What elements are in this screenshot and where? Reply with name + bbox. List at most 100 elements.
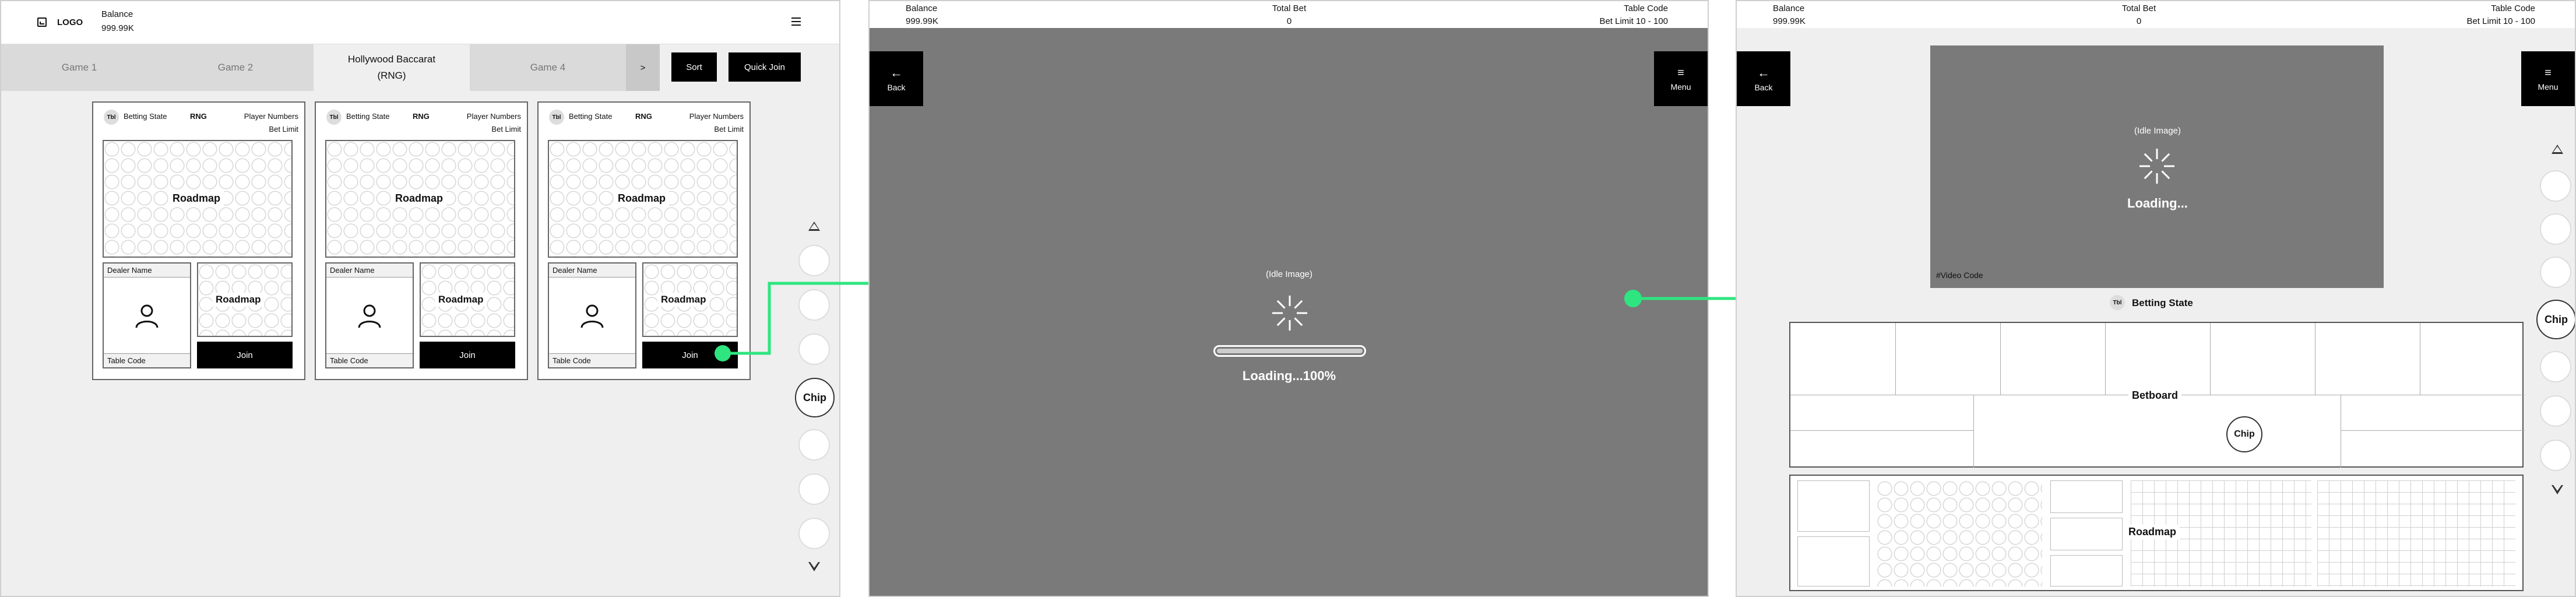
spinner-spoke: [2161, 170, 2170, 180]
lobby-header: LOGO Balance 999.99K: [1, 1, 839, 44]
game-tabs: Game 1 Game 2 Hollywood Baccarat (RNG) G…: [1, 44, 839, 91]
dealer-panel: Dealer Name Table Code: [325, 262, 414, 368]
arrow-left-icon: ←: [1757, 65, 1770, 80]
tab-game-2[interactable]: Game 2: [157, 44, 314, 91]
chip-slot[interactable]: [798, 518, 830, 549]
balance-label: Balance: [906, 3, 938, 13]
hamburger-icon: ≡: [2545, 66, 2552, 79]
spinner-spoke: [1276, 317, 1286, 326]
progress-fill: [1217, 349, 1363, 353]
mini-roadmap: Roadmap: [420, 262, 515, 337]
balance-label: Balance: [101, 9, 133, 19]
balance-value: 999.99K: [101, 23, 134, 33]
selected-chip[interactable]: Chip: [2536, 300, 2575, 339]
chip-slot[interactable]: [2540, 395, 2571, 427]
roadmap-label: Roadmap: [614, 191, 670, 206]
roadmap: Roadmap: [548, 140, 738, 258]
join-button[interactable]: Join: [420, 342, 515, 368]
sort-button[interactable]: Sort: [671, 52, 717, 82]
arrow-left-icon: ←: [890, 65, 903, 80]
bet-limit: Bet Limit 10 - 100: [2466, 16, 2535, 26]
tab-hollywood-baccarat[interactable]: Hollywood Baccarat (RNG): [314, 44, 470, 91]
betting-state: Betting State: [569, 112, 613, 121]
roadmap: Roadmap: [103, 140, 293, 258]
betting-state: Betting State: [2132, 297, 2193, 308]
table-code-label: Table Code: [1624, 3, 1668, 13]
tab-game-4[interactable]: Game 4: [470, 44, 626, 91]
scroll-up-icon[interactable]: [2552, 145, 2563, 154]
dealer-name: Dealer Name: [104, 264, 190, 278]
table-code-label: Table Code: [2491, 3, 2535, 13]
player-numbers: Player Numbers: [689, 112, 744, 121]
total-bet-value: 0: [1286, 16, 1292, 26]
back-button[interactable]: ← Back: [870, 51, 923, 106]
scroll-up-icon[interactable]: [808, 222, 820, 231]
chip-slot[interactable]: [2540, 213, 2571, 245]
table-badge: Tbl: [549, 110, 564, 125]
logo: LOGO: [57, 17, 83, 27]
join-button[interactable]: Join: [197, 342, 293, 368]
menu-label: Menu: [1670, 82, 1691, 92]
menu-label: Menu: [2538, 82, 2559, 92]
dealer-name: Dealer Name: [326, 264, 413, 278]
rng-label: RNG: [413, 112, 430, 121]
menu-button[interactable]: ≡ Menu: [2521, 51, 2575, 106]
total-bet-label: Total Bet: [2121, 3, 2156, 13]
table-badge: Tbl: [104, 110, 119, 125]
hamburger-icon: ≡: [1677, 66, 1684, 79]
selected-chip[interactable]: Chip: [2226, 416, 2262, 452]
back-button[interactable]: ← Back: [1737, 51, 1790, 106]
betboard[interactable]: Betboard Chip: [1789, 322, 2525, 468]
spinner-spoke: [1276, 300, 1286, 309]
player-numbers: Player Numbers: [466, 112, 521, 121]
dealer-name: Dealer Name: [549, 264, 635, 278]
chip-slot[interactable]: [2540, 170, 2571, 202]
table-card[interactable]: Tbl Betting State RNG Player Numbers Bet…: [92, 101, 305, 380]
table-badge: Tbl: [326, 110, 342, 125]
total-bet-label: Total Bet: [1272, 3, 1307, 13]
chip-slot[interactable]: [798, 429, 830, 461]
chip-slot[interactable]: [2540, 257, 2571, 288]
user-avatar-icon: [580, 304, 604, 328]
mini-roadmap-label: Roadmap: [212, 293, 265, 307]
dealer-panel: Dealer Name Table Code: [548, 262, 636, 368]
chip-slot[interactable]: [798, 473, 830, 505]
player-numbers: Player Numbers: [244, 112, 298, 121]
spinner-spoke: [2144, 170, 2153, 180]
roadmap-label: Roadmap: [2125, 525, 2180, 539]
spinner-spoke: [1294, 300, 1303, 309]
back-label: Back: [1754, 83, 1773, 92]
balance-value: 999.99K: [906, 16, 938, 26]
roadmap-label: Roadmap: [169, 191, 224, 206]
user-avatar-icon: [358, 304, 381, 328]
tab-game-1[interactable]: Game 1: [1, 44, 157, 91]
video-area: (Idle Image) Loading... #Video Code: [1930, 45, 2384, 288]
hamburger-menu-icon[interactable]: [791, 17, 801, 26]
quick-join-button[interactable]: Quick Join: [729, 52, 801, 82]
tab-next-arrow[interactable]: >: [626, 44, 660, 91]
chip-slot[interactable]: [2540, 351, 2571, 382]
loading-spinner-icon: [2139, 149, 2174, 184]
mini-roadmap-label: Roadmap: [657, 293, 710, 307]
logo-icon: [37, 17, 47, 27]
table-badge: Tbl: [2110, 295, 2125, 310]
total-bet-value: 0: [2136, 16, 2142, 26]
bet-limit: Bet Limit: [269, 125, 298, 134]
idle-image-label: (Idle Image): [1265, 269, 1313, 279]
scroll-down-icon[interactable]: [808, 562, 820, 571]
scroll-down-icon[interactable]: [2552, 485, 2563, 494]
menu-button[interactable]: ≡ Menu: [1654, 51, 1708, 106]
video-code: #Video Code: [1936, 271, 1983, 280]
loading-screen: Balance 999.99K Total Bet 0 Table Code B…: [868, 0, 1709, 597]
info-bar: Balance 999.99K Total Bet 0 Table Code B…: [1737, 1, 2575, 28]
rng-label: RNG: [190, 112, 207, 121]
chip-slot[interactable]: [798, 245, 830, 276]
chip-slot[interactable]: [2540, 440, 2571, 471]
spinner-spoke: [2161, 153, 2170, 162]
table-code: Table Code: [104, 353, 190, 367]
balance-value: 999.99K: [1773, 16, 1806, 26]
roadmap: Roadmap: [325, 140, 515, 258]
back-label: Back: [887, 83, 906, 92]
table-card[interactable]: Tbl Betting State RNG Player Numbers Bet…: [315, 101, 528, 380]
selected-chip[interactable]: Chip: [795, 378, 835, 417]
